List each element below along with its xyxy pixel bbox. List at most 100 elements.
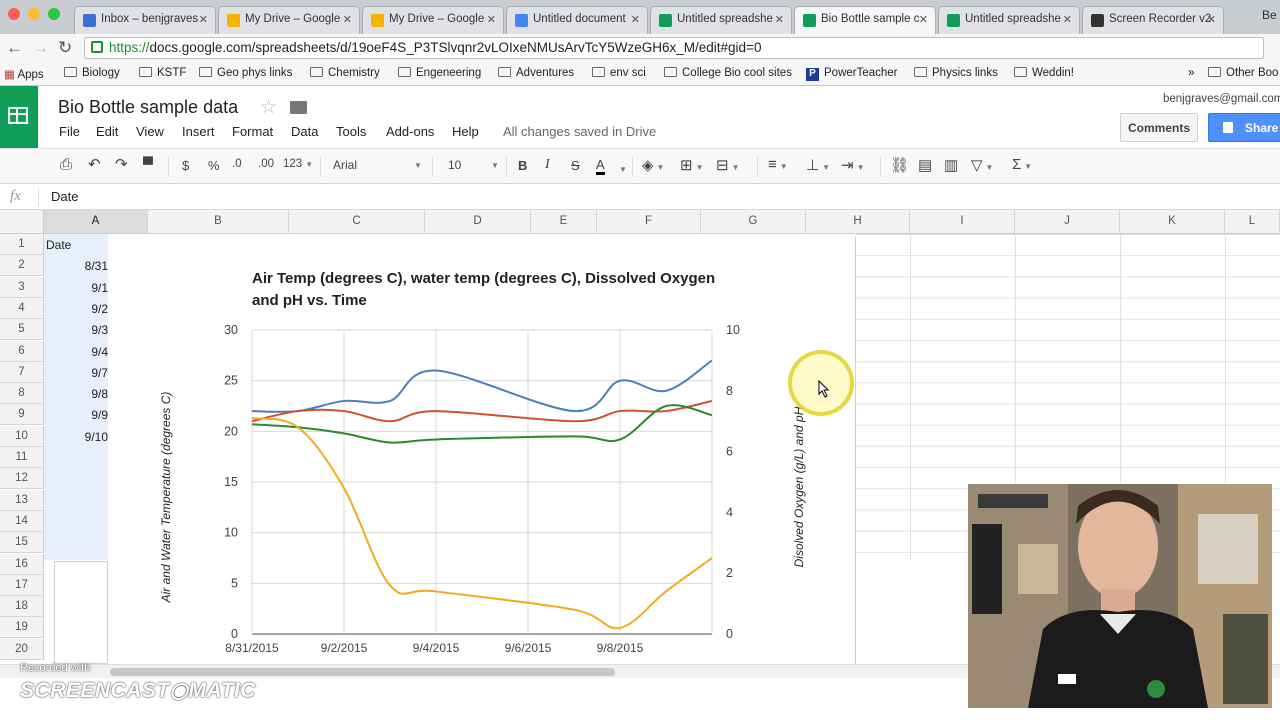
- user-email[interactable]: benjgraves@gmail.com: [1163, 93, 1280, 105]
- bookmark-5[interactable]: Chemistry: [310, 67, 380, 79]
- insert-chart-icon[interactable]: ▥: [944, 156, 958, 174]
- borders-icon[interactable]: ⊞ ▼: [680, 156, 704, 174]
- bookmark-6[interactable]: Engeneering: [398, 67, 481, 79]
- paint-format-icon[interactable]: ▀: [143, 156, 153, 172]
- row-header-16[interactable]: 16: [0, 553, 44, 575]
- row-header-20[interactable]: 20: [0, 638, 44, 660]
- row-header-18[interactable]: 18: [0, 596, 44, 618]
- cell-date[interactable]: 9/1: [44, 277, 108, 298]
- row-header-3[interactable]: 3: [0, 276, 44, 298]
- percent-format-button[interactable]: %: [208, 158, 220, 173]
- zoom-window-button[interactable]: [48, 8, 60, 20]
- bookmark-8[interactable]: env sci: [592, 67, 646, 79]
- bookmark-3[interactable]: KSTF: [139, 67, 186, 79]
- menu-data[interactable]: Data: [291, 124, 318, 139]
- tab-close-icon[interactable]: ✕: [775, 13, 784, 26]
- cell-date[interactable]: 9/10: [44, 426, 108, 447]
- close-window-button[interactable]: [8, 8, 20, 20]
- row-header-11[interactable]: 11: [0, 447, 44, 468]
- row-header-1[interactable]: 1: [0, 234, 44, 255]
- star-icon[interactable]: ☆: [260, 96, 277, 119]
- more-formats-dropdown[interactable]: 123 ▼: [283, 158, 313, 170]
- bold-button[interactable]: B: [518, 158, 527, 173]
- filter-icon[interactable]: ▽ ▼: [971, 156, 993, 174]
- text-color-button[interactable]: A: [596, 158, 605, 175]
- insert-link-icon[interactable]: ⛓: [890, 156, 909, 174]
- row-header-14[interactable]: 14: [0, 510, 44, 532]
- browser-tab-8[interactable]: Screen Recorder v2 ✕: [1082, 6, 1224, 34]
- bookmark-7[interactable]: Adventures: [498, 67, 574, 79]
- merge-cells-icon[interactable]: ⊟ ▼: [716, 156, 740, 174]
- strikethrough-button[interactable]: S: [571, 158, 580, 173]
- row-header-12[interactable]: 12: [0, 468, 44, 490]
- tab-close-icon[interactable]: ✕: [919, 13, 928, 26]
- row-header-9[interactable]: 9: [0, 404, 44, 426]
- row-header-5[interactable]: 5: [0, 319, 44, 341]
- tab-close-icon[interactable]: ✕: [1207, 13, 1216, 26]
- move-to-folder-icon[interactable]: [290, 101, 307, 114]
- browser-tab-1[interactable]: Inbox – benjgraves ✕: [74, 6, 216, 34]
- bookmark-4[interactable]: Geo phys links: [199, 67, 292, 79]
- column-header-d[interactable]: D: [425, 210, 531, 234]
- tab-close-icon[interactable]: ✕: [343, 13, 352, 26]
- row-header-4[interactable]: 4: [0, 297, 44, 319]
- cell-a1-header[interactable]: Date: [46, 234, 106, 255]
- functions-icon[interactable]: Σ ▼: [1012, 156, 1032, 173]
- bookmark-10[interactable]: P PowerTeacher: [806, 67, 898, 81]
- vertical-align-icon[interactable]: ⊥ ▼: [806, 156, 830, 174]
- column-header-b[interactable]: B: [148, 210, 289, 234]
- menu-insert[interactable]: Insert: [182, 124, 215, 139]
- reload-icon[interactable]: ↻: [58, 38, 72, 58]
- tab-close-icon[interactable]: ✕: [487, 13, 496, 26]
- cell-date[interactable]: 9/3: [44, 319, 108, 340]
- menu-help[interactable]: Help: [452, 124, 479, 139]
- column-header-h[interactable]: H: [806, 210, 910, 234]
- column-header-k[interactable]: K: [1120, 210, 1225, 234]
- row-header-6[interactable]: 6: [0, 340, 44, 362]
- cell-date[interactable]: 9/4: [44, 341, 108, 362]
- bookmark-12[interactable]: Weddin!: [1014, 67, 1074, 79]
- cell-date[interactable]: 8/31: [44, 255, 108, 276]
- browser-tab-7[interactable]: Untitled spreadshe ✕: [938, 6, 1080, 34]
- bookmark-2[interactable]: Biology: [64, 67, 120, 79]
- increase-decimal-button[interactable]: .00: [258, 158, 274, 170]
- row-header-15[interactable]: 15: [0, 532, 44, 554]
- column-header-e[interactable]: E: [531, 210, 597, 234]
- bookmark-1[interactable]: ▦ Apps: [4, 67, 44, 81]
- print-icon[interactable]: ⎙: [60, 156, 72, 173]
- row-header-10[interactable]: 10: [0, 425, 44, 447]
- horizontal-align-icon[interactable]: ≡ ▼: [768, 156, 788, 173]
- row-header-13[interactable]: 13: [0, 489, 44, 511]
- tab-close-icon[interactable]: ✕: [199, 13, 208, 26]
- tab-close-icon[interactable]: ✕: [631, 13, 640, 26]
- cell-date[interactable]: 9/9: [44, 404, 108, 425]
- fill-color-icon[interactable]: ◈ ▼: [642, 156, 664, 174]
- formula-input[interactable]: Date: [51, 189, 78, 204]
- bookmark-9[interactable]: College Bio cool sites: [664, 67, 792, 79]
- address-bar[interactable]: https://docs.google.com/spreadsheets/d/1…: [84, 37, 1264, 59]
- menu-file[interactable]: File: [59, 124, 80, 139]
- decrease-decimal-button[interactable]: .0: [232, 158, 242, 170]
- column-header-j[interactable]: J: [1015, 210, 1120, 234]
- bookmarks-overflow-chevron[interactable]: »: [1188, 67, 1194, 79]
- bookmark-11[interactable]: Physics links: [914, 67, 998, 79]
- menu-edit[interactable]: Edit: [96, 124, 118, 139]
- cell-date[interactable]: 9/8: [44, 383, 108, 404]
- redo-icon[interactable]: ↷: [115, 155, 128, 173]
- document-title[interactable]: Bio Bottle sample data: [58, 97, 238, 118]
- font-size-select[interactable]: 10 ▼: [448, 158, 499, 172]
- column-header-a[interactable]: A: [44, 210, 148, 234]
- row-header-7[interactable]: 7: [0, 361, 44, 383]
- menu-format[interactable]: Format: [232, 124, 273, 139]
- browser-tab-2[interactable]: My Drive – Google ✕: [218, 6, 360, 34]
- row-header-2[interactable]: 2: [0, 255, 44, 277]
- sheets-logo[interactable]: [0, 86, 38, 148]
- undo-icon[interactable]: ↶: [88, 155, 101, 173]
- back-arrow-icon[interactable]: ←: [6, 38, 23, 58]
- currency-format-button[interactable]: $: [182, 158, 189, 173]
- share-button[interactable]: Share: [1208, 113, 1280, 142]
- row-header-8[interactable]: 8: [0, 383, 44, 405]
- comments-button[interactable]: Comments: [1120, 113, 1198, 142]
- tab-close-icon[interactable]: ✕: [1063, 13, 1072, 26]
- text-wrapping-icon[interactable]: ⇥ ▼: [841, 156, 865, 174]
